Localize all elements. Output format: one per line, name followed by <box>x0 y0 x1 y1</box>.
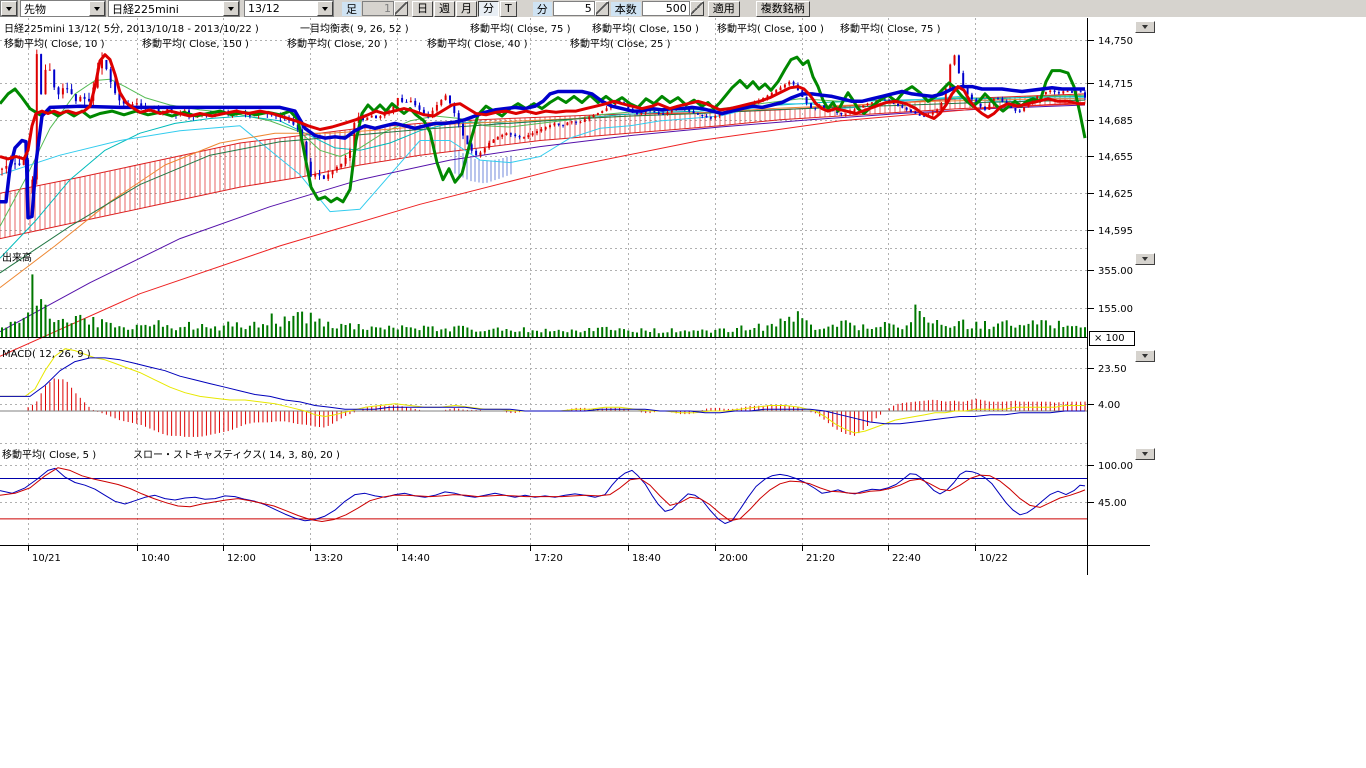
period-minute-button[interactable]: 分 <box>478 1 499 17</box>
x-axis-label: 22:40 <box>892 553 921 564</box>
x-axis-label: 10/22 <box>979 553 1008 564</box>
symbol-select-value: 日経225mini <box>109 1 223 16</box>
symbol-select[interactable]: 日経225mini <box>108 0 240 17</box>
chevron-down-icon[interactable] <box>223 1 239 16</box>
chevron-down-icon[interactable] <box>89 1 105 16</box>
bar-type-label: 足 <box>342 2 361 16</box>
spinner-icon[interactable] <box>595 1 609 16</box>
multi-symbol-button[interactable]: 複数銘柄 <box>756 1 810 17</box>
minute-spinner-value[interactable]: 5 <box>553 1 595 16</box>
contract-select-value: 13/12 <box>245 1 317 16</box>
x-axis-label: 18:40 <box>632 553 661 564</box>
chevron-down-icon <box>1142 452 1148 456</box>
y-axis-label: 355.00 <box>1098 266 1133 277</box>
period-day-button[interactable]: 日 <box>412 1 433 17</box>
toolbar: 先物 日経225mini 13/12 足 1 日 週 月 分 T 分 5 本数 … <box>0 0 1366 17</box>
volume-pane-menu-button[interactable] <box>1135 253 1155 265</box>
macd-pane-menu-button[interactable] <box>1135 350 1155 362</box>
macd-pane-label: MACD( 12, 26, 9 ) <box>2 349 91 360</box>
y-axis-label: 14,625 <box>1098 189 1133 200</box>
minute-spinner[interactable]: 5 <box>553 1 609 16</box>
y-axis-label: 14,595 <box>1098 226 1133 237</box>
spinner-icon[interactable] <box>690 1 704 16</box>
y-axis-label: 155.00 <box>1098 304 1133 315</box>
x-axis-label: 10:40 <box>141 553 170 564</box>
chevron-down-icon <box>1142 354 1148 358</box>
y-axis-label: 45.00 <box>1098 498 1127 509</box>
apply-button[interactable]: 適用 <box>708 1 740 17</box>
trading-app-window: { "toolbar": { "market_value": "先物", "sy… <box>0 0 1366 768</box>
bar-count-value[interactable]: 500 <box>642 1 690 16</box>
y-axis-label: 14,715 <box>1098 79 1133 90</box>
x-axis-label: 13:20 <box>314 553 343 564</box>
market-select[interactable]: 先物 <box>20 0 106 17</box>
y-axis-label: 14,750 <box>1098 36 1133 47</box>
chart-canvas[interactable]: 10/21 10:40 12:00 13:20 14:40 17:20 18:40 20:00… <box>0 17 1366 768</box>
price-pane-menu-button[interactable] <box>1135 21 1155 33</box>
x-axis-label: 10/21 <box>32 553 61 564</box>
stoch-pane-menu-button[interactable] <box>1135 448 1155 460</box>
toolbar-overflow-dropdown[interactable] <box>0 0 18 17</box>
period-tick-button[interactable]: T <box>500 1 517 17</box>
spinner-icon[interactable] <box>394 1 408 16</box>
market-select-value: 先物 <box>21 1 89 16</box>
chevron-down-icon[interactable] <box>317 1 333 16</box>
chevron-down-icon <box>1142 25 1148 29</box>
x-axis-label: 14:40 <box>401 553 430 564</box>
x-axis-label: 17:20 <box>534 553 563 564</box>
bar-interval-spinner[interactable]: 1 <box>362 1 408 16</box>
contract-select[interactable]: 13/12 <box>244 0 334 17</box>
x-axis-label: 12:00 <box>227 553 256 564</box>
bar-count-spinner[interactable]: 500 <box>642 1 704 16</box>
y-axis-label: 23.50 <box>1098 364 1127 375</box>
bar-interval-value[interactable]: 1 <box>362 1 394 16</box>
minute-label: 分 <box>533 2 552 16</box>
stoch-pane-label: スロー・ストキャスティクス( 14, 3, 80, 20 ) <box>133 446 340 461</box>
y-axis-label: 14,655 <box>1098 152 1133 163</box>
x-axis-label: 20:00 <box>719 553 748 564</box>
period-week-button[interactable]: 週 <box>434 1 455 17</box>
y-axis-label: 14,685 <box>1098 116 1133 127</box>
x-axis-label: 21:20 <box>806 553 835 564</box>
volume-multiplier-badge: × 100 <box>1089 331 1135 346</box>
y-axis-label: 100.00 <box>1098 461 1133 472</box>
chevron-down-icon <box>1142 257 1148 261</box>
volume-pane-label: 出来高 <box>2 249 32 264</box>
period-month-button[interactable]: 月 <box>456 1 477 17</box>
y-axis-label: 4.00 <box>1098 400 1120 411</box>
chevron-down-icon[interactable] <box>1 1 17 16</box>
stoch-ma-label: 移動平均( Close, 5 ) <box>2 446 96 461</box>
bar-count-label: 本数 <box>611 2 641 16</box>
